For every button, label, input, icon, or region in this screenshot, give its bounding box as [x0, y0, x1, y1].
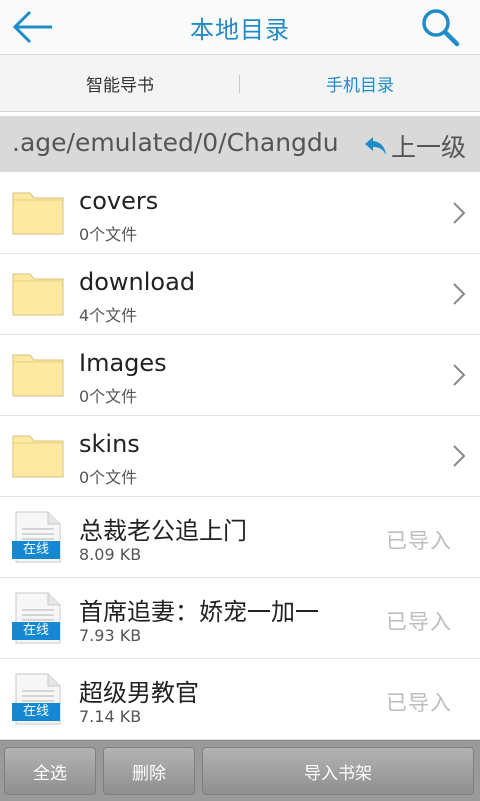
- import-status: 已导入: [386, 610, 452, 634]
- folder-icon: [12, 273, 64, 316]
- file-size: 7.93 KB: [79, 626, 142, 645]
- file-thumbnail: 在线: [12, 511, 64, 563]
- chevron-right-icon: [453, 445, 466, 467]
- folder-name: download: [79, 268, 196, 296]
- folder-file-count: 4个文件: [79, 306, 138, 325]
- file-list: covers 0个文件 download 4个文件 Images 0个文件 sk…: [0, 173, 480, 740]
- import-status: 已导入: [386, 529, 452, 553]
- folder-file-count: 0个文件: [79, 387, 138, 406]
- page-title: 本地目录: [190, 15, 290, 44]
- chevron-right-icon: [453, 364, 466, 386]
- tab-bar: 智能导书 手机目录: [0, 55, 480, 112]
- folder-row[interactable]: Images 0个文件: [0, 335, 480, 416]
- select-all-button[interactable]: 全选: [4, 747, 96, 795]
- app-header: 本地目录: [0, 0, 480, 55]
- folder-icon: [12, 192, 64, 235]
- up-level-button[interactable]: 上一级: [363, 128, 466, 164]
- online-badge: 在线: [12, 541, 60, 559]
- file-row[interactable]: 在线 首席追妻：娇宠一加一 7.93 KB 已导入: [0, 578, 480, 659]
- tab-smart-import[interactable]: 智能导书: [0, 55, 240, 111]
- folder-icon: [12, 354, 64, 397]
- folder-icon: [12, 435, 64, 478]
- folder-row[interactable]: skins 0个文件: [0, 416, 480, 497]
- back-arrow-icon[interactable]: [12, 9, 54, 45]
- folder-row[interactable]: download 4个文件: [0, 254, 480, 335]
- file-row[interactable]: 在线 超级男教官 7.14 KB 已导入: [0, 659, 480, 740]
- search-icon[interactable]: [420, 7, 460, 47]
- file-size: 8.09 KB: [79, 545, 142, 564]
- online-badge: 在线: [12, 622, 60, 640]
- file-thumbnail: 在线: [12, 592, 64, 644]
- tab-phone-directory[interactable]: 手机目录: [240, 55, 480, 111]
- folder-name: covers: [79, 187, 159, 215]
- folder-name: Images: [79, 349, 167, 377]
- current-path: .age/emulated/0/Changdu: [12, 128, 339, 157]
- path-bar: .age/emulated/0/Changdu 上一级: [0, 116, 480, 172]
- import-status: 已导入: [386, 691, 452, 715]
- tab-divider: [239, 75, 240, 93]
- file-thumbnail: 在线: [12, 673, 64, 725]
- folder-file-count: 0个文件: [79, 225, 138, 244]
- file-name: 总裁老公追上门: [79, 517, 247, 545]
- up-level-label: 上一级: [390, 133, 466, 162]
- import-bookshelf-button[interactable]: 导入书架: [202, 747, 474, 795]
- delete-button[interactable]: 删除: [103, 747, 195, 795]
- online-badge: 在线: [12, 703, 60, 721]
- folder-row[interactable]: covers 0个文件: [0, 173, 480, 254]
- folder-file-count: 0个文件: [79, 468, 138, 487]
- return-arrow-icon: [364, 137, 386, 155]
- chevron-right-icon: [453, 202, 466, 224]
- folder-name: skins: [79, 430, 140, 458]
- file-row[interactable]: 在线 总裁老公追上门 8.09 KB 已导入: [0, 497, 480, 578]
- file-name: 首席追妻：娇宠一加一: [79, 598, 319, 626]
- chevron-right-icon: [453, 283, 466, 305]
- file-size: 7.14 KB: [79, 707, 142, 726]
- bottom-toolbar: 全选 删除 导入书架: [0, 740, 480, 801]
- file-name: 超级男教官: [79, 679, 199, 707]
